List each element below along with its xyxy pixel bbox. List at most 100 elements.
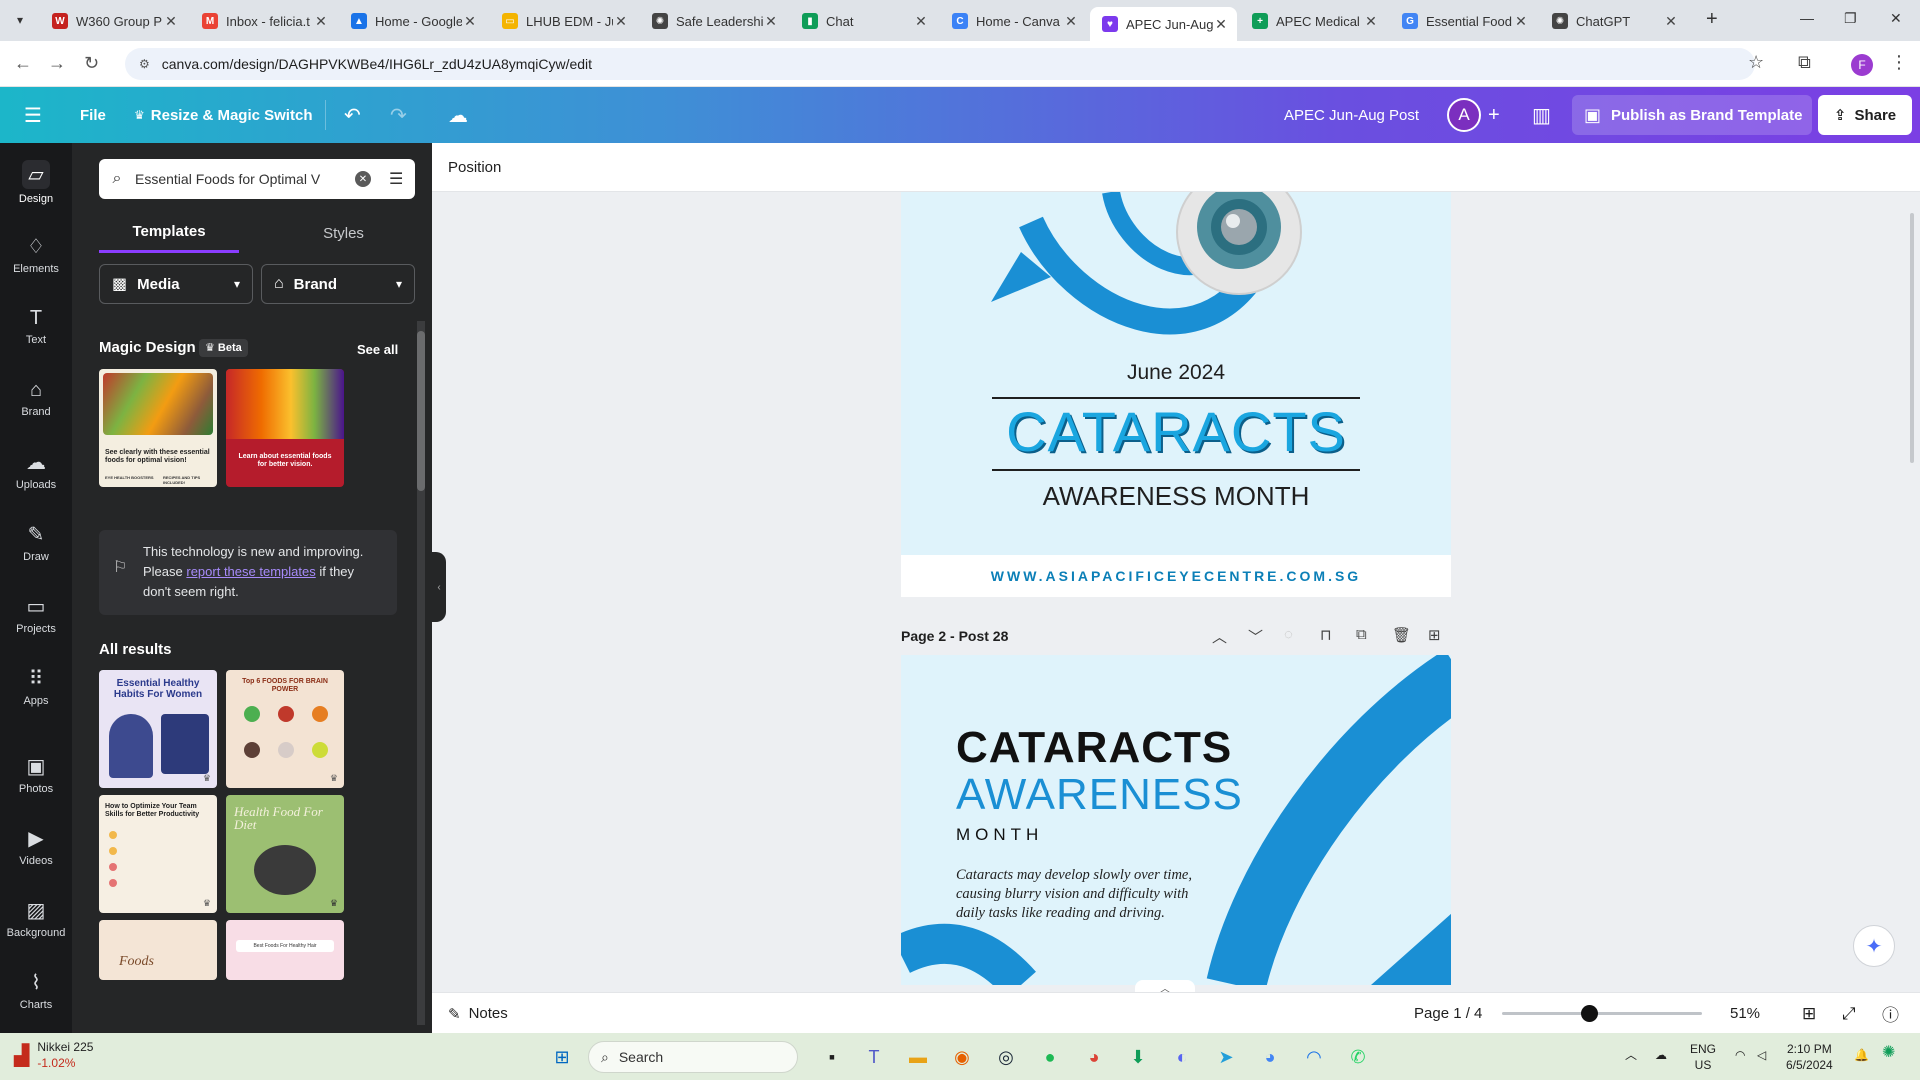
cloud-saved-button[interactable]: ☁ [448,87,468,143]
notes-button[interactable]: ✎ Notes [448,993,508,1034]
browser-tab[interactable]: ✺ Safe Leadership ✕ [640,7,787,35]
steam-icon[interactable]: ◎ [992,1043,1020,1071]
browser-tab[interactable]: G Essential Food ✕ [1390,7,1537,35]
see-all-link[interactable]: See all [357,342,398,357]
browser-tab[interactable]: M Inbox - felicia.t ✕ [190,7,337,35]
notifications-icon[interactable]: 🔔 [1854,1047,1869,1063]
canvas-scrollbar[interactable] [1910,213,1914,463]
windows-start-icon[interactable]: ⊞ [548,1043,576,1071]
spotify-icon[interactable]: ● [1036,1043,1064,1071]
undo-button[interactable]: ↶ [344,87,361,143]
app-icon[interactable]: ◠ [1300,1043,1328,1071]
close-tab-icon[interactable]: ✕ [1063,13,1079,30]
tab-styles[interactable]: Styles [272,213,415,253]
collaborator-avatar[interactable]: A [1447,98,1481,132]
chrome-profile-icon[interactable]: ◕ [1256,1043,1284,1071]
tray-overflow-icon[interactable]: ︿ [1625,1047,1637,1063]
tab-search-icon[interactable]: ▾ [8,8,32,32]
stock-widget[interactable]: ▟ Nikkei 225 -1.02% [14,1039,93,1071]
volume-icon[interactable]: ◁ [1757,1047,1766,1063]
redo-button[interactable]: ↷ [390,87,407,143]
panel-scrollbar[interactable] [417,321,425,1025]
template-result[interactable]: Foods [99,920,217,980]
template-search-input[interactable] [135,171,345,187]
media-filter-dropdown[interactable]: ▩ Media ▾ [99,264,253,304]
duplicate-page-icon[interactable]: ⧉ [1356,626,1367,643]
url-bar[interactable]: ⚙ canva.com/design/DAGHPVKWBe4/IHG6Lr_zd… [125,48,1755,80]
browser-profile-avatar[interactable]: F [1851,54,1873,76]
template-result[interactable]: Essential Healthy Habits For Women ♛ [99,670,217,788]
rail-uploads[interactable]: ☁ Uploads [0,439,72,501]
publish-brand-template-button[interactable]: ▣ Publish as Brand Template [1572,95,1812,135]
page-indicator[interactable]: Page 1 / 4 [1414,993,1482,1034]
filter-icon[interactable]: ☰ [389,169,403,189]
close-tab-icon[interactable]: ✕ [462,13,478,30]
help-icon[interactable]: ⓘ [1882,993,1899,1034]
clear-search-icon[interactable]: ✕ [355,171,371,187]
rail-background[interactable]: ▨ Background [0,887,72,949]
close-tab-icon[interactable]: ✕ [163,13,179,30]
whatsapp-icon[interactable]: ✆ [1344,1043,1372,1071]
panel-scroll-thumb[interactable] [417,331,425,491]
move-page-up-icon[interactable]: ︿ [1212,626,1227,647]
browser-tab[interactable]: ▭ LHUB EDM - Ju ✕ [490,7,637,35]
close-tab-icon[interactable]: ✕ [613,13,629,30]
invite-button[interactable]: + [1488,87,1500,143]
minimize-icon[interactable]: — [1800,10,1814,26]
back-icon[interactable]: ← [14,53,32,74]
firefox-icon[interactable]: ◉ [948,1043,976,1071]
rail-design[interactable]: ▱ Design [0,151,72,213]
share-button[interactable]: ⇪ Share [1818,95,1912,135]
move-page-down-icon[interactable]: ﹀ [1248,626,1263,647]
telegram-icon[interactable]: ➤ [1212,1043,1240,1071]
rail-draw[interactable]: ✎ Draw [0,511,72,573]
language-indicator[interactable]: ENG US [1690,1041,1716,1073]
position-button[interactable]: Position [448,159,501,176]
browser-tab[interactable]: C Home - Canva ✕ [940,7,1087,35]
browser-tab[interactable]: ▲ Home - Google ✕ [339,7,486,35]
template-result[interactable]: How to Optimize Your Team Skills for Bet… [99,795,217,913]
hide-page-icon[interactable]: ◌ [1284,626,1293,643]
reload-icon[interactable]: ↻ [84,53,99,74]
tab-templates[interactable]: Templates [99,213,239,253]
design-page-2[interactable]: CATARACTS AWARENESS MONTH Cataracts may … [901,655,1451,985]
downloads-icon[interactable]: ⬇ [1124,1043,1152,1071]
browser-menu-icon[interactable]: ⋮ [1890,52,1908,73]
template-result[interactable]: Best Foods For Healthy Hair [226,920,344,980]
clock[interactable]: 2:10 PM 6/5/2024 [1786,1041,1833,1073]
site-info-icon[interactable]: ⚙ [139,57,150,71]
rail-charts[interactable]: ⌇ Charts [0,959,72,1021]
rail-photos[interactable]: ▣ Photos [0,743,72,805]
magic-design-thumbnail[interactable]: See clearly with these essential foods f… [99,369,217,487]
design-title[interactable]: APEC Jun-Aug Post [1284,87,1419,143]
taskbar-search-box[interactable]: ⌕ Search [588,1041,798,1073]
browser-tab[interactable]: W W360 Group P ✕ [40,7,187,35]
task-view-icon[interactable]: ▪ [818,1043,846,1071]
zoom-slider-track[interactable] [1502,1012,1702,1015]
discord-icon[interactable]: ◐ [1168,1043,1196,1071]
template-result[interactable]: Top 6 FOODS FOR BRAIN POWER ♛ [226,670,344,788]
report-templates-link[interactable]: report these templates [186,564,315,579]
file-menu-button[interactable]: File [80,87,106,143]
close-tab-icon[interactable]: ✕ [913,13,929,30]
onedrive-icon[interactable]: ☁ [1655,1047,1667,1063]
template-search-box[interactable]: ⌕ ✕ ☰ [99,159,415,199]
zoom-slider-handle[interactable] [1581,1005,1598,1022]
main-menu-button[interactable]: ☰ [24,87,42,143]
magic-assistant-button[interactable]: ✦ [1853,925,1895,967]
browser-tab[interactable]: ✺ ChatGPT ✕ [1540,7,1687,35]
magic-design-thumbnail[interactable]: Learn about essential foods for better v… [226,369,344,487]
page-2-label[interactable]: Page 2 - Post 28 [901,628,1008,644]
restore-icon[interactable]: ❐ [1844,10,1857,27]
rail-elements[interactable]: ♢ Elements [0,223,72,285]
zoom-level[interactable]: 51% [1730,993,1760,1034]
insights-button[interactable]: ▥ [1532,87,1551,143]
bookmark-star-icon[interactable]: ☆ [1748,52,1764,73]
brand-filter-dropdown[interactable]: ⌂ Brand ▾ [261,264,415,304]
add-page-icon[interactable]: ⊞ [1428,626,1441,644]
close-window-icon[interactable]: ✕ [1890,10,1902,27]
close-tab-icon[interactable]: ✕ [1663,13,1679,30]
close-tab-icon[interactable]: ✕ [313,13,329,30]
teams-icon[interactable]: T [860,1043,888,1071]
close-tab-icon[interactable]: ✕ [1363,13,1379,30]
